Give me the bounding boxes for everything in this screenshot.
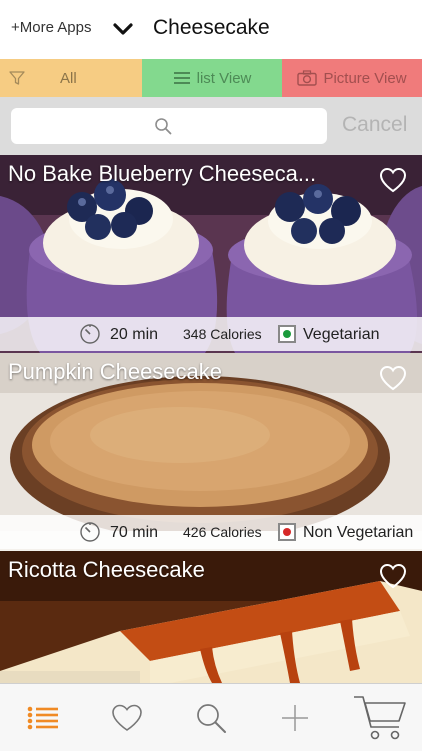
recipe-card[interactable]: Ricotta Cheesecake <box>0 551 422 683</box>
filter-tabs: All list View Picture View <box>0 59 422 97</box>
filter-all-label: All <box>60 70 77 87</box>
chevron-down-icon[interactable] <box>112 20 134 38</box>
list-view-tab[interactable]: list View <box>142 59 282 97</box>
picture-view-label: Picture View <box>323 69 407 87</box>
picture-view-tab[interactable]: Picture View <box>282 59 422 97</box>
calories: 426 Calories <box>183 524 262 540</box>
diet-type: Non Vegetarian <box>303 524 414 541</box>
clock-icon <box>80 324 100 344</box>
calories: 348 Calories <box>183 326 262 342</box>
favorite-heart-icon[interactable] <box>379 167 407 193</box>
clock-icon <box>80 522 100 542</box>
tab-shopping-cart[interactable] <box>350 684 410 751</box>
favorite-heart-icon[interactable] <box>379 365 407 391</box>
recipe-info-bar: 70 min 426 Calories Non Vegetarian <box>0 515 422 549</box>
recipe-name: No Bake Blueberry Cheeseca... <box>8 161 317 186</box>
recipe-info-bar: 20 min 348 Calories Vegetarian <box>0 317 422 351</box>
recipe-name: Ricotta Cheesecake <box>8 557 205 582</box>
cancel-button[interactable]: Cancel <box>342 113 407 137</box>
list-view-icon <box>173 72 190 84</box>
search-icon <box>155 118 172 135</box>
cook-time: 70 min <box>110 524 159 541</box>
filter-all-tab[interactable]: All <box>0 59 142 97</box>
recipe-name: Pumpkin Cheesecake <box>8 359 223 384</box>
search-input[interactable] <box>11 108 327 144</box>
bottom-tab-bar <box>0 683 422 751</box>
tab-add[interactable] <box>270 684 320 751</box>
tab-search[interactable] <box>186 684 236 751</box>
more-apps-link[interactable]: +More Apps <box>11 19 91 36</box>
tab-recipes-list[interactable] <box>18 684 68 751</box>
camera-icon <box>297 70 318 86</box>
plus-icon <box>282 704 308 731</box>
heart-icon <box>112 704 142 731</box>
page-title: Cheesecake <box>153 16 270 39</box>
top-bar: +More Apps Cheesecake <box>0 0 422 59</box>
cart-icon <box>354 695 406 739</box>
non-vegetarian-icon <box>278 523 296 541</box>
list-view-label: list View <box>196 69 252 87</box>
list-icon <box>27 706 58 729</box>
vegetarian-icon <box>278 325 296 343</box>
favorite-heart-icon[interactable] <box>379 563 407 589</box>
diet-type: Vegetarian <box>303 326 380 343</box>
tab-favorites[interactable] <box>102 684 152 751</box>
recipe-card[interactable]: Pumpkin Cheesecake 70 min 426 Calories N… <box>0 353 422 551</box>
search-bar: Cancel <box>0 97 422 155</box>
search-icon <box>197 703 226 733</box>
filter-icon <box>9 71 25 85</box>
cook-time: 20 min <box>110 326 159 343</box>
recipe-card[interactable]: No Bake Blueberry Cheeseca... 20 min 348… <box>0 155 422 353</box>
